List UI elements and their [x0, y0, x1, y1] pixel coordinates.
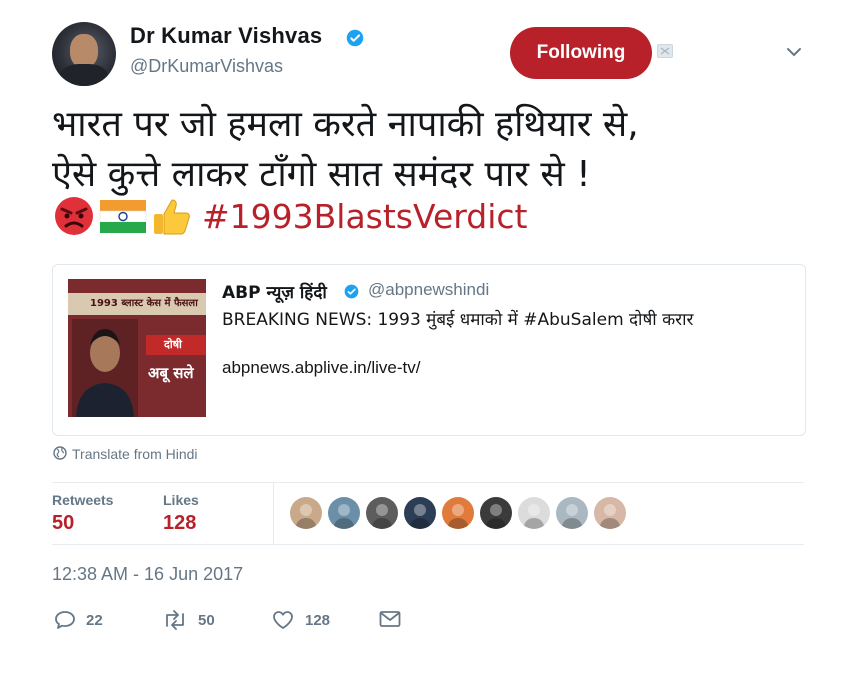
- direct-message-button[interactable]: [379, 610, 411, 628]
- author-avatar[interactable]: [52, 22, 116, 86]
- likes-label[interactable]: Likes: [163, 492, 199, 508]
- quoted-image-caption: अबू सले: [148, 364, 194, 382]
- liker-avatar[interactable]: [366, 497, 398, 529]
- divider: [52, 482, 804, 483]
- liker-avatar[interactable]: [480, 497, 512, 529]
- author-handle[interactable]: @DrKumarVishvas: [130, 56, 283, 77]
- tweet-text: भारत पर जो हमला करते नापाकी हथियार से, ऐ…: [52, 104, 639, 195]
- liker-avatar[interactable]: [518, 497, 550, 529]
- india-flag-icon: [99, 200, 147, 233]
- person-photo: [72, 319, 138, 417]
- angry-face-icon: [55, 197, 93, 235]
- reply-button[interactable]: 22: [54, 610, 103, 630]
- liker-avatar[interactable]: [442, 497, 474, 529]
- retweets-label[interactable]: Retweets: [52, 492, 113, 508]
- liker-avatar[interactable]: [556, 497, 588, 529]
- liker-avatar[interactable]: [328, 497, 360, 529]
- divider: [52, 544, 804, 545]
- quoted-tweet-link[interactable]: abpnews.abplive.in/live-tv/: [222, 358, 420, 378]
- liker-avatars: [290, 497, 626, 529]
- likes-count[interactable]: 128: [163, 512, 196, 535]
- retweet-button[interactable]: 50: [162, 610, 215, 630]
- like-count: 128: [305, 611, 331, 629]
- retweet-icon: [166, 610, 184, 630]
- author-name[interactable]: Dr Kumar Vishvas: [130, 23, 322, 49]
- heart-icon: [273, 611, 293, 629]
- tweet-emoji-row: #1993BlastsVerdict: [52, 196, 528, 236]
- globe-icon: [53, 446, 67, 460]
- quoted-author-name[interactable]: ABP न्यूज़ हिंदी: [222, 280, 327, 303]
- quoted-author-handle[interactable]: @abpnewshindi: [368, 280, 489, 300]
- quoted-image-badge-text: दोषी: [164, 338, 182, 351]
- quoted-tweet-image[interactable]: 1993 ब्लास्ट केस में फैसला दोषी अबू सले: [68, 279, 206, 417]
- hashtag-link[interactable]: #1993BlastsVerdict: [202, 197, 528, 236]
- tweet-timestamp[interactable]: 12:38 AM - 16 Jun 2017: [52, 564, 243, 585]
- stats-divider: [273, 482, 274, 544]
- translate-link[interactable]: Translate from Hindi: [72, 446, 198, 462]
- verified-badge-icon: [344, 284, 359, 299]
- liker-avatar[interactable]: [404, 497, 436, 529]
- verified-badge-icon: [346, 29, 364, 47]
- quoted-image-banner-text: 1993 ब्लास्ट केस में फैसला: [90, 298, 198, 309]
- retweet-count: 50: [198, 611, 215, 629]
- like-button[interactable]: 128: [271, 610, 330, 630]
- liker-avatar[interactable]: [290, 497, 322, 529]
- retweets-count[interactable]: 50: [52, 512, 74, 535]
- following-button[interactable]: Following: [510, 27, 652, 79]
- liker-avatar[interactable]: [594, 497, 626, 529]
- quoted-tweet-text: BREAKING NEWS: 1993 मुंबई धमाको में #Abu…: [222, 310, 694, 330]
- chevron-down-icon[interactable]: [786, 46, 802, 58]
- reply-icon: [55, 611, 75, 629]
- muted-notification-icon[interactable]: [657, 44, 673, 58]
- reply-count: 22: [86, 611, 103, 629]
- envelope-icon: [379, 611, 401, 627]
- thumbs-up-icon: [154, 199, 190, 235]
